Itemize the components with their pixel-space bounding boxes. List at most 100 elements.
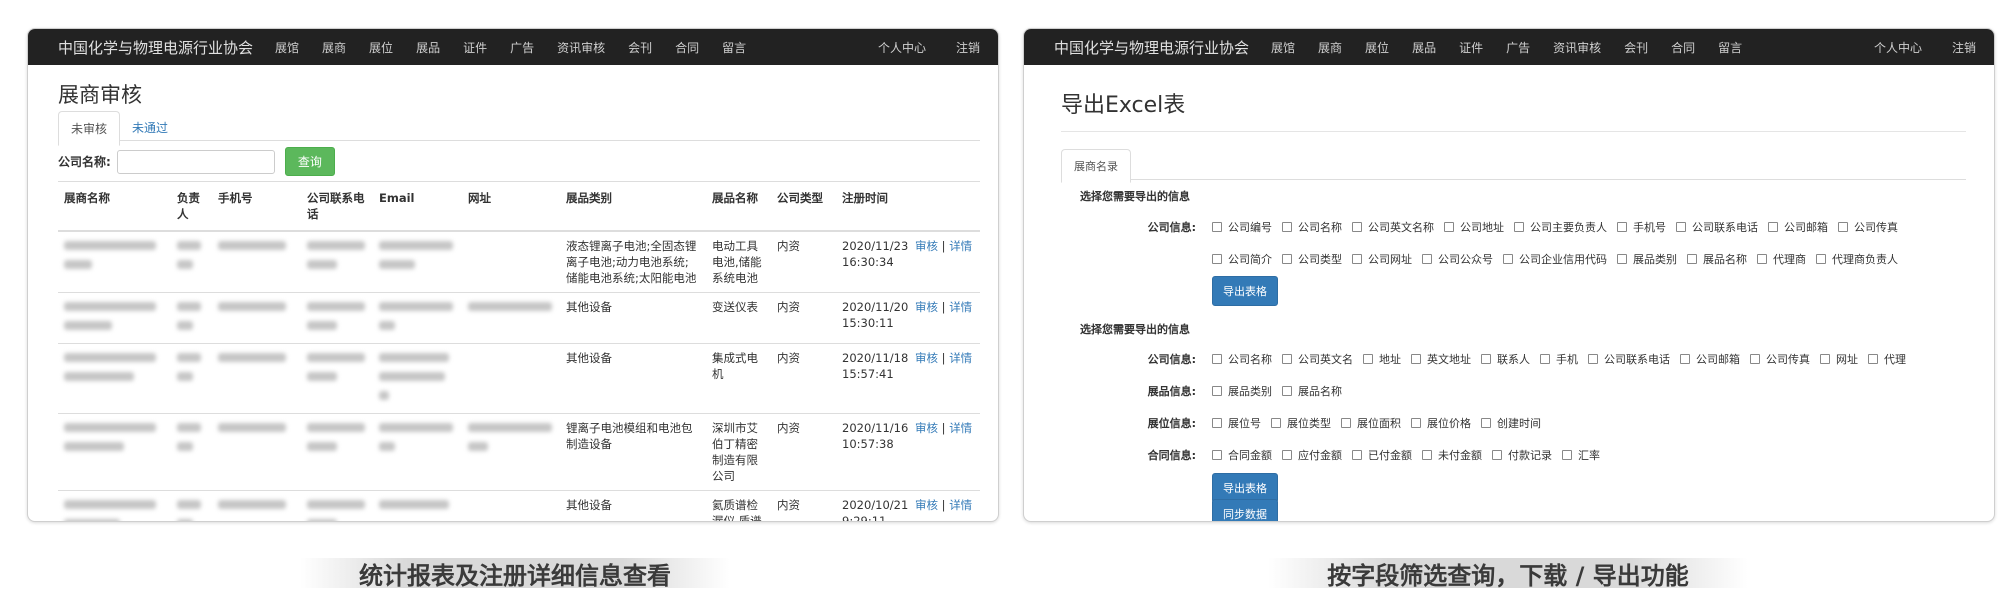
booth-info-label: 展位信息: — [1147, 417, 1196, 430]
checkbox-option[interactable]: 付款记录 — [1492, 447, 1552, 463]
checkbox-option[interactable]: 公司网址 — [1352, 251, 1412, 267]
nav-item-profile[interactable]: 个人中心 — [878, 39, 926, 56]
blurred-mobile — [212, 490, 301, 521]
contract-info-label: 合同信息: — [1147, 449, 1196, 462]
checkbox-option[interactable]: 公司主要负责人 — [1514, 219, 1607, 235]
checkbox-option[interactable]: 代理 — [1868, 351, 1906, 367]
col-email: Email — [373, 181, 462, 232]
col-mobile: 手机号 — [212, 181, 301, 232]
checkbox-option[interactable]: 创建时间 — [1481, 415, 1541, 431]
checkbox-option[interactable]: 公司传真 — [1750, 351, 1810, 367]
nav-item-exhibitor[interactable]: 展商 — [1318, 39, 1342, 56]
checkbox-option[interactable]: 公司名称 — [1282, 219, 1342, 235]
checkbox-option[interactable]: 公司英文名 — [1282, 351, 1353, 367]
checkbox-option[interactable]: 公司邮箱 — [1768, 219, 1828, 235]
cell-category: 其他设备 — [560, 490, 706, 521]
brand-title[interactable]: 中国化学与物理电源行业协会 — [1054, 37, 1249, 58]
checkbox-option[interactable]: 英文地址 — [1411, 351, 1471, 367]
nav-item-logout[interactable]: 注销 — [956, 39, 980, 56]
checkbox-option[interactable]: 公司联系电话 — [1588, 351, 1670, 367]
detail-link[interactable]: 详情 — [949, 351, 972, 365]
blurred-contact — [171, 413, 212, 491]
checkbox-option[interactable]: 网址 — [1820, 351, 1858, 367]
checkbox-option[interactable]: 代理商 — [1757, 251, 1806, 267]
checkbox-option[interactable]: 公司英文名称 — [1352, 219, 1434, 235]
blurred-contact — [171, 490, 212, 521]
checkbox-option[interactable]: 地址 — [1363, 351, 1401, 367]
audit-link[interactable]: 审核 — [915, 498, 938, 512]
query-button[interactable]: 查询 — [284, 147, 335, 176]
detail-link[interactable]: 详情 — [949, 498, 972, 512]
nav-item-ads[interactable]: 广告 — [510, 39, 534, 56]
audit-link[interactable]: 审核 — [915, 239, 938, 253]
checkbox-option[interactable]: 手机号 — [1617, 219, 1666, 235]
nav-item-journal[interactable]: 会刊 — [628, 39, 652, 56]
checkbox-option[interactable]: 展位类型 — [1271, 415, 1331, 431]
checkbox-option[interactable]: 展品名称 — [1687, 251, 1747, 267]
checkbox-option[interactable]: 公司企业信用代码 — [1503, 251, 1607, 267]
checkbox-option[interactable]: 公司联系电话 — [1676, 219, 1758, 235]
checkbox-option[interactable]: 公司类型 — [1282, 251, 1342, 267]
checkbox-option[interactable]: 汇率 — [1562, 447, 1600, 463]
audit-link[interactable]: 审核 — [915, 421, 938, 435]
checkbox-option[interactable]: 手机 — [1540, 351, 1578, 367]
checkbox-option[interactable]: 公司地址 — [1444, 219, 1504, 235]
checkbox-option[interactable]: 联系人 — [1481, 351, 1530, 367]
nav-item-contract[interactable]: 合同 — [675, 39, 699, 56]
detail-link[interactable]: 详情 — [949, 239, 972, 253]
cell-type: 内资 — [771, 343, 836, 414]
checkbox-option[interactable]: 已付金额 — [1352, 447, 1412, 463]
nav-item-contract[interactable]: 合同 — [1671, 39, 1695, 56]
tab-exhibitor-directory[interactable]: 展商名录 — [1061, 149, 1131, 183]
checkbox-option[interactable]: 展品类别 — [1617, 251, 1677, 267]
nav-item-hall[interactable]: 展馆 — [275, 39, 299, 56]
company-name-input[interactable] — [116, 149, 275, 174]
tab-unreviewed[interactable]: 未审核 — [58, 111, 121, 146]
blurred-email — [373, 230, 462, 293]
nav-item-ads[interactable]: 广告 — [1506, 39, 1530, 56]
nav-item-exhibit[interactable]: 展品 — [1412, 39, 1436, 56]
nav-item-news-review[interactable]: 资讯审核 — [1553, 39, 1601, 56]
nav-item-message[interactable]: 留言 — [1718, 39, 1742, 56]
checkbox-option[interactable]: 合同金额 — [1212, 447, 1272, 463]
checkbox-option[interactable]: 公司编号 — [1212, 219, 1272, 235]
audit-link[interactable]: 审核 — [915, 300, 938, 314]
checkbox-option[interactable]: 应付金额 — [1282, 447, 1342, 463]
checkbox-option[interactable]: 展品类别 — [1212, 383, 1272, 399]
checkbox-option[interactable]: 展位号 — [1212, 415, 1261, 431]
checkbox-option[interactable]: 展位价格 — [1411, 415, 1471, 431]
blurred-contact — [171, 292, 212, 344]
tab-rejected[interactable]: 未通过 — [120, 111, 180, 146]
checkbox-option[interactable]: 公司公众号 — [1422, 251, 1493, 267]
export-table-button[interactable]: 导出表格 — [1212, 276, 1278, 306]
nav-item-certificate[interactable]: 证件 — [1459, 39, 1483, 56]
nav-item-journal[interactable]: 会刊 — [1624, 39, 1648, 56]
blurred-exhibitor-name — [58, 413, 171, 491]
checkbox-option[interactable]: 展品名称 — [1282, 383, 1342, 399]
nav-item-logout[interactable]: 注销 — [1952, 39, 1976, 56]
checkbox-option[interactable]: 公司传真 — [1838, 219, 1898, 235]
nav-item-news-review[interactable]: 资讯审核 — [557, 39, 605, 56]
nav-item-certificate[interactable]: 证件 — [463, 39, 487, 56]
nav-item-hall[interactable]: 展馆 — [1271, 39, 1295, 56]
sync-data-button[interactable]: 同步数据 — [1212, 499, 1278, 521]
nav-item-profile[interactable]: 个人中心 — [1874, 39, 1922, 56]
cell-product: 氦质谱检漏仪,质谱 — [706, 490, 771, 521]
brand-title[interactable]: 中国化学与物理电源行业协会 — [58, 37, 253, 58]
detail-link[interactable]: 详情 — [949, 421, 972, 435]
checkbox-option[interactable]: 展位面积 — [1341, 415, 1401, 431]
checkbox-option[interactable]: 代理商负责人 — [1816, 251, 1898, 267]
blurred-email — [373, 413, 462, 491]
nav-item-booth[interactable]: 展位 — [369, 39, 393, 56]
table-row: 其他设备 变送仪表 内资 2020/11/20 15:30:11 审核 | 详情 — [58, 292, 980, 344]
checkbox-option[interactable]: 公司邮箱 — [1680, 351, 1740, 367]
checkbox-option[interactable]: 未付金额 — [1422, 447, 1482, 463]
nav-item-exhibitor[interactable]: 展商 — [322, 39, 346, 56]
checkbox-option[interactable]: 公司名称 — [1212, 351, 1272, 367]
nav-item-message[interactable]: 留言 — [722, 39, 746, 56]
detail-link[interactable]: 详情 — [949, 300, 972, 314]
audit-link[interactable]: 审核 — [915, 351, 938, 365]
nav-item-exhibit[interactable]: 展品 — [416, 39, 440, 56]
checkbox-option[interactable]: 公司简介 — [1212, 251, 1272, 267]
nav-item-booth[interactable]: 展位 — [1365, 39, 1389, 56]
